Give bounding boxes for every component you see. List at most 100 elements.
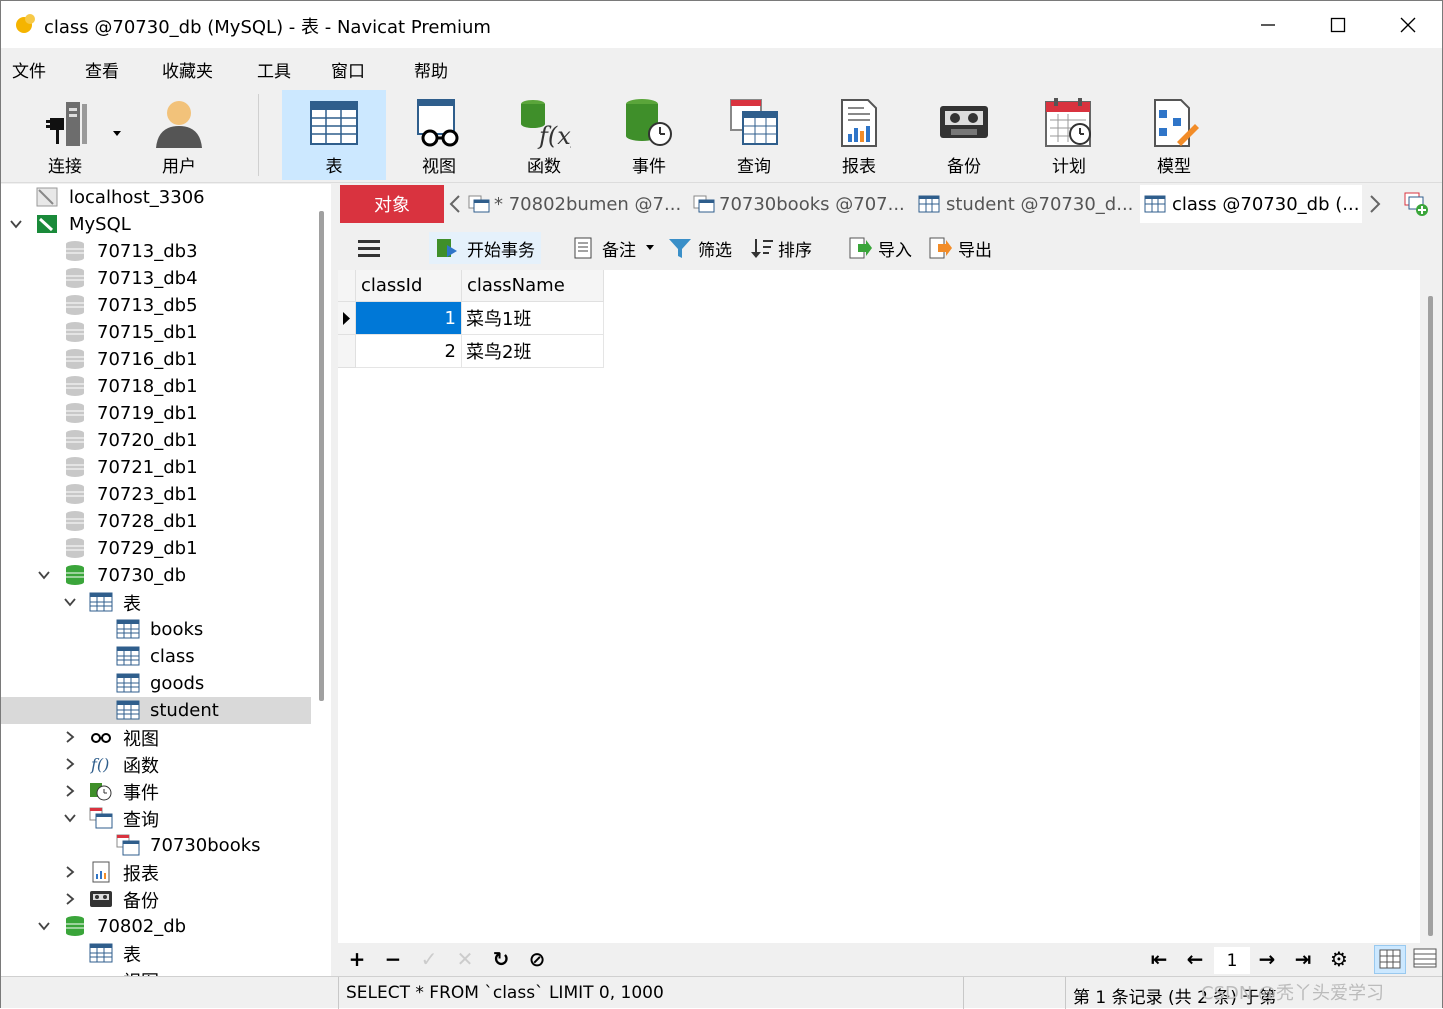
form-view-button[interactable] xyxy=(1410,945,1440,974)
close-button[interactable] xyxy=(1373,1,1443,48)
chevron-down-icon[interactable] xyxy=(112,130,122,138)
tree-db-item[interactable]: 70721_db1 xyxy=(1,454,311,481)
report-button[interactable]: 报表 xyxy=(807,90,911,180)
minimize-button[interactable] xyxy=(1233,1,1303,48)
tree-db2-views-folder[interactable]: 视图 xyxy=(1,967,311,977)
page-number-input[interactable]: 1 xyxy=(1214,947,1250,974)
tree-db-item[interactable]: 70723_db1 xyxy=(1,481,311,508)
tree-db-item[interactable]: 70713_db4 xyxy=(1,265,311,292)
import-button[interactable]: 导入 xyxy=(848,232,912,264)
add-record-icon[interactable]: + xyxy=(346,947,368,971)
sort-button[interactable]: 排序 xyxy=(750,232,812,264)
tab-student[interactable]: student @70730_d... xyxy=(918,185,1136,223)
tab-70730books[interactable]: 70730books @707... xyxy=(693,185,911,223)
tree-db-item[interactable]: 70718_db1 xyxy=(1,373,311,400)
cell-className[interactable]: 菜鸟2班 xyxy=(462,335,604,368)
maximize-button[interactable] xyxy=(1303,1,1373,48)
tree-db-item[interactable]: 70719_db1 xyxy=(1,400,311,427)
tree-expander[interactable] xyxy=(63,730,77,744)
tree-reports-folder[interactable]: 报表 xyxy=(1,859,311,886)
tree-queries-folder[interactable]: 查询 xyxy=(1,805,311,832)
tree-expander[interactable] xyxy=(63,811,77,825)
column-header-classId[interactable]: classId xyxy=(356,270,462,302)
tree-expander[interactable] xyxy=(63,757,77,771)
tab-scroll-right-icon[interactable] xyxy=(1368,194,1382,214)
tree-query-item[interactable]: 70730books xyxy=(1,832,311,859)
stop-icon[interactable]: ⊘ xyxy=(526,947,548,971)
grid-view-button[interactable] xyxy=(1374,945,1406,974)
tree-db-item[interactable]: 70729_db1 xyxy=(1,535,311,562)
menu-tools[interactable]: 工具 xyxy=(257,57,291,82)
next-page-icon[interactable]: → xyxy=(1256,947,1278,971)
tab-class-active[interactable]: class @70730_db (... xyxy=(1140,185,1362,223)
menu-file[interactable]: 文件 xyxy=(12,57,46,82)
tree-functions-folder[interactable]: f() 函数 xyxy=(1,751,311,778)
backup-button[interactable]: 备份 xyxy=(912,90,1016,180)
tree-db-item[interactable]: 70715_db1 xyxy=(1,319,311,346)
last-page-icon[interactable]: ⇥ xyxy=(1292,947,1314,971)
view-button[interactable]: 视图 xyxy=(387,90,491,180)
connect-button[interactable]: 连接 xyxy=(13,90,117,180)
menu-favorites[interactable]: 收藏夹 xyxy=(162,57,213,82)
delete-record-icon[interactable]: − xyxy=(382,947,404,971)
export-button[interactable]: 导出 xyxy=(928,232,992,264)
tab-70802bumen[interactable]: * 70802bumen @7... xyxy=(468,185,686,223)
tree-db-item[interactable]: 70713_db5 xyxy=(1,292,311,319)
tree-table-item[interactable]: goods xyxy=(1,670,311,697)
first-page-icon[interactable]: ⇤ xyxy=(1148,947,1170,971)
tree-views-folder[interactable]: 视图 xyxy=(1,724,311,751)
tree-tables-folder[interactable]: 表 xyxy=(1,589,311,616)
tree-table-item[interactable]: class xyxy=(1,643,311,670)
schedule-button[interactable]: 计划 xyxy=(1017,90,1121,180)
tree-table-item[interactable]: student xyxy=(1,697,311,724)
tree-db-item[interactable]: 70728_db1 xyxy=(1,508,311,535)
cell-classId[interactable]: 2 xyxy=(356,335,462,368)
refresh-icon[interactable]: ↻ xyxy=(490,947,512,971)
tree-connection[interactable]: localhost_3306 xyxy=(1,184,311,211)
memo-button[interactable]: 备注 xyxy=(572,232,654,264)
filter-button[interactable]: 筛选 xyxy=(668,232,732,264)
tab-scroll-left-icon[interactable] xyxy=(448,194,462,214)
tree-db-item[interactable]: 70713_db3 xyxy=(1,238,311,265)
tree-db2-tables-folder[interactable]: 表 xyxy=(1,940,311,967)
vertical-scrollbar[interactable] xyxy=(1428,296,1433,936)
tree-events-folder[interactable]: 事件 xyxy=(1,778,311,805)
menu-view[interactable]: 查看 xyxy=(85,57,119,82)
cell-className[interactable]: 菜鸟1班 xyxy=(462,302,604,335)
discard-x-icon[interactable]: ✕ xyxy=(454,947,476,971)
tree-table-item[interactable]: books xyxy=(1,616,311,643)
tab-objects[interactable]: 对象 xyxy=(340,185,444,223)
apply-check-icon[interactable]: ✓ xyxy=(418,947,440,971)
tree-expander[interactable] xyxy=(63,784,77,798)
user-button[interactable]: 用户 xyxy=(127,90,231,180)
tree-expander[interactable] xyxy=(37,919,51,933)
table-button[interactable]: 表 xyxy=(282,90,386,180)
tree-db-item[interactable]: 70716_db1 xyxy=(1,346,311,373)
cell-classId[interactable]: 1 xyxy=(356,302,462,335)
tree-scrollbar[interactable] xyxy=(319,211,324,701)
begin-transaction-button[interactable]: 开始事务 xyxy=(429,232,541,264)
row-indicator[interactable] xyxy=(338,335,356,368)
tree-backups-folder[interactable]: 备份 xyxy=(1,886,311,913)
tree-mysql[interactable]: MySQL xyxy=(1,211,311,238)
event-button[interactable]: 事件 xyxy=(597,90,701,180)
tree-db-70802[interactable]: 70802_db xyxy=(1,913,311,940)
new-tab-icon[interactable] xyxy=(1404,192,1430,218)
hamburger-menu-icon[interactable] xyxy=(358,239,380,257)
tree-expander[interactable] xyxy=(63,865,77,879)
column-header-className[interactable]: className xyxy=(462,270,604,302)
tree-db-70730[interactable]: 70730_db xyxy=(1,562,311,589)
tree-db-item[interactable]: 70720_db1 xyxy=(1,427,311,454)
tree-expander[interactable] xyxy=(37,568,51,582)
tree-expander[interactable] xyxy=(9,217,23,231)
model-button[interactable]: 模型 xyxy=(1122,90,1226,180)
row-indicator[interactable] xyxy=(338,302,356,335)
previous-page-icon[interactable]: ← xyxy=(1184,947,1206,971)
menu-window[interactable]: 窗口 xyxy=(331,57,365,82)
query-button[interactable]: 查询 xyxy=(702,90,806,180)
settings-gear-icon[interactable]: ⚙ xyxy=(1328,947,1350,971)
tree-expander[interactable] xyxy=(63,595,77,609)
function-button[interactable]: f(x) 函数 xyxy=(492,90,596,180)
menu-help[interactable]: 帮助 xyxy=(414,57,448,82)
tree-expander[interactable] xyxy=(63,892,77,906)
